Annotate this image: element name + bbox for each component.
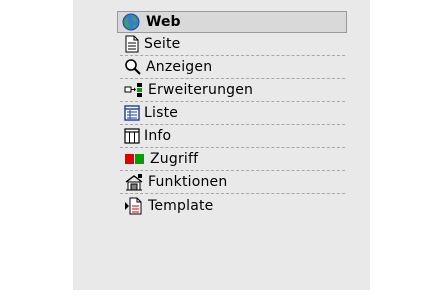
menu-item-label: Funktionen [148, 174, 228, 190]
list-icon [124, 105, 140, 121]
page-icon [125, 35, 139, 53]
functions-icon [125, 174, 143, 191]
magnifier-icon [125, 59, 141, 75]
menu-item-seite[interactable]: Seite [120, 33, 345, 56]
menu-item-funktionen[interactable]: Funktionen [120, 171, 345, 194]
menu-item-anzeigen[interactable]: Anzeigen [120, 56, 345, 79]
menu-item-label: Template [148, 197, 214, 214]
menu-item-label: Erweiterungen [148, 82, 254, 98]
menu-item-label: Info [144, 128, 172, 144]
extension-tree-icon [124, 83, 142, 97]
info-columns-icon [124, 128, 140, 144]
template-icon [125, 197, 142, 214]
menu-header-web[interactable]: Web [117, 11, 347, 33]
menu-item-label: Seite [144, 36, 181, 52]
menu-item-zugriff[interactable]: Zugriff [120, 148, 345, 171]
menu-item-label: Liste [144, 105, 179, 121]
module-menu: Web Seite Anzeigen Erweiterungen Liste I… [117, 11, 347, 217]
globe-icon [122, 13, 140, 31]
menu-item-template[interactable]: Template [120, 194, 345, 217]
access-icon [125, 154, 144, 164]
menu-item-erweiterungen[interactable]: Erweiterungen [120, 79, 345, 102]
menu-item-label: Anzeigen [146, 59, 213, 75]
menu-item-liste[interactable]: Liste [120, 102, 345, 125]
menu-title: Web [146, 14, 181, 30]
menu-item-info[interactable]: Info [120, 125, 345, 148]
menu-item-label: Zugriff [150, 151, 199, 167]
